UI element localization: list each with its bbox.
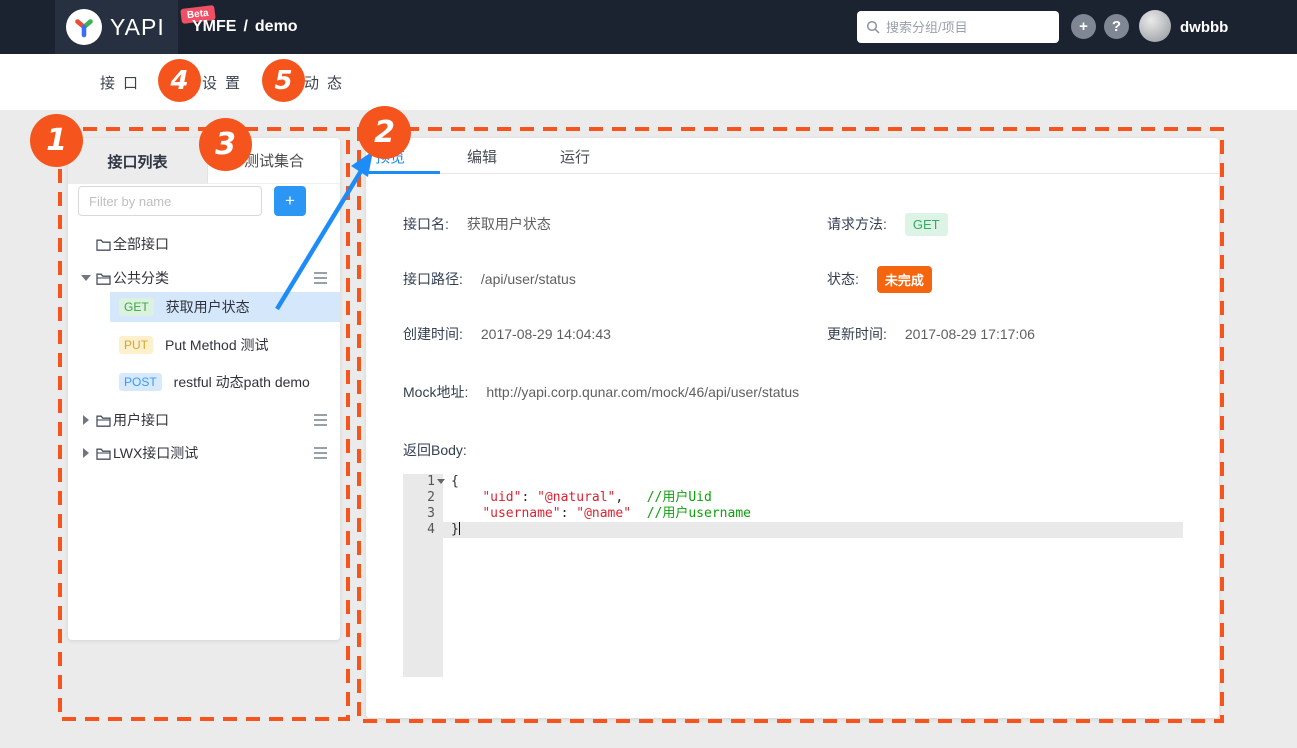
add-project-button[interactable]: + (1071, 14, 1096, 39)
line-number[interactable]: 1 (403, 474, 443, 490)
field-mock-url: Mock地址: http://yapi.corp.qunar.com/mock/… (403, 382, 799, 402)
code-line: "uid": "@natural", //用户Uid (443, 490, 1183, 506)
tab-activity[interactable]: 动态 (304, 54, 350, 110)
category-menu-icon[interactable] (314, 452, 327, 454)
logo-text: YAPI (110, 14, 165, 41)
tab-settings[interactable]: 设置 (202, 54, 248, 110)
step-circle-4: 4 (158, 59, 201, 102)
method-badge-put: PUT (119, 336, 153, 354)
field-label: 创建时间: (403, 324, 463, 344)
tree-item-label: 全部接口 (113, 234, 169, 254)
editor-code-area[interactable]: { "uid": "@natural", //用户Uid "username":… (443, 474, 1183, 538)
caret-down-icon[interactable] (80, 275, 92, 281)
api-item-put-method-test[interactable]: PUT Put Method 测试 (110, 330, 340, 360)
step-circle-2: 2 (358, 106, 411, 159)
yapi-app: YAPI Beta YMFE / demo + ? dwbbb 接口 (0, 0, 1297, 748)
api-item-label: Put Method 测试 (165, 335, 269, 355)
username[interactable]: dwbbb (1180, 0, 1228, 54)
line-number[interactable]: 4 (403, 522, 443, 538)
field-created-time: 创建时间: 2017-08-29 14:04:43 (403, 324, 611, 344)
step-circle-5: 5 (262, 59, 305, 102)
interface-detail-panel: 预览 编辑 运行 接口名: 获取用户状态 请求方法: GET 接口路径: /ap… (366, 138, 1219, 718)
field-label: 请求方法: (827, 214, 887, 234)
caret-right-icon[interactable] (80, 448, 92, 458)
tree-item-label: LWX接口测试 (113, 443, 198, 463)
plus-icon: + (1079, 18, 1088, 35)
editor-gutter: 1 2 3 4 (403, 474, 443, 677)
active-tab-underline (366, 171, 440, 174)
tree-item-label: 用户接口 (113, 410, 169, 430)
code-line-active: } (443, 522, 1183, 538)
interface-sidebar: 接口列表 测试集合 + 全部接口 公共分类 GET 获取用户状态 PUT Put (68, 138, 340, 640)
search-box (857, 11, 1059, 43)
field-label: 返回Body: (403, 440, 467, 460)
caret-right-icon[interactable] (80, 415, 92, 425)
method-badge-get: GET (905, 213, 948, 236)
tab-interface-list[interactable]: 接口列表 (68, 138, 207, 184)
field-label: 状态: (827, 269, 859, 289)
api-item-label: restful 动态path demo (174, 372, 310, 392)
detail-tabbar: 预览 编辑 运行 (366, 138, 1219, 174)
field-status: 状态: 未完成 (827, 266, 932, 293)
breadcrumb-group[interactable]: YMFE (192, 18, 236, 36)
add-interface-button[interactable]: + (274, 186, 306, 216)
top-navbar: YAPI Beta YMFE / demo + ? dwbbb (0, 0, 1297, 54)
method-badge-get: GET (119, 298, 154, 316)
field-interface-path: 接口路径: /api/user/status (403, 269, 576, 289)
code-line: "username": "@name" //用户username (443, 506, 1183, 522)
tree-item-user-interface[interactable]: 用户接口 (68, 406, 340, 434)
breadcrumb-separator: / (243, 18, 247, 36)
folder-open-icon (96, 272, 111, 285)
field-label: Mock地址: (403, 382, 468, 402)
field-value: /api/user/status (481, 271, 576, 287)
question-icon: ? (1112, 18, 1121, 35)
field-return-body: 返回Body: (403, 440, 485, 460)
api-item-get-user-status[interactable]: GET 获取用户状态 (110, 292, 340, 322)
method-badge-post: POST (119, 373, 162, 391)
folder-open-icon (96, 414, 111, 427)
breadcrumb[interactable]: YMFE / demo (192, 0, 298, 54)
folder-open-icon (96, 447, 111, 460)
field-request-method: 请求方法: GET (827, 213, 948, 236)
search-input[interactable] (886, 20, 1062, 35)
tab-interface[interactable]: 接口 (100, 54, 146, 110)
category-menu-icon[interactable] (314, 419, 327, 421)
breadcrumb-project[interactable]: demo (255, 18, 298, 36)
code-line: { (443, 474, 1183, 490)
tree-item-all-interfaces[interactable]: 全部接口 (68, 230, 340, 258)
folder-icon (96, 238, 111, 251)
help-button[interactable]: ? (1104, 14, 1129, 39)
field-updated-time: 更新时间: 2017-08-29 17:17:06 (827, 324, 1035, 344)
api-item-restful-path-demo[interactable]: POST restful 动态path demo (110, 367, 340, 397)
avatar[interactable] (1139, 10, 1171, 42)
mock-url-value[interactable]: http://yapi.corp.qunar.com/mock/46/api/u… (486, 384, 799, 400)
status-badge: 未完成 (877, 266, 932, 293)
line-number[interactable]: 3 (403, 506, 443, 522)
tree-item-label: 公共分类 (113, 268, 169, 288)
tab-edit[interactable]: 编辑 (467, 146, 497, 167)
text-cursor (459, 522, 460, 535)
step-circle-3: 3 (199, 118, 252, 171)
field-label: 接口名: (403, 214, 449, 234)
field-value: 2017-08-29 17:17:06 (905, 326, 1035, 342)
field-interface-name: 接口名: 获取用户状态 (403, 214, 551, 234)
filter-input[interactable] (78, 186, 262, 216)
tab-run[interactable]: 运行 (560, 146, 590, 167)
tree-item-public-category[interactable]: 公共分类 (68, 264, 340, 292)
field-label: 更新时间: (827, 324, 887, 344)
category-menu-icon[interactable] (314, 277, 327, 279)
logo-home-link[interactable]: YAPI Beta (55, 0, 178, 54)
line-number[interactable]: 2 (403, 490, 443, 506)
return-body-editor[interactable]: 1 2 3 4 { "uid": "@natural", //用户Uid "us… (403, 474, 1183, 677)
step-circle-1: 1 (30, 114, 83, 167)
tree-item-lwx-test[interactable]: LWX接口测试 (68, 439, 340, 467)
field-value: 获取用户状态 (467, 214, 551, 234)
field-value: 2017-08-29 14:04:43 (481, 326, 611, 342)
search-icon (866, 20, 880, 34)
api-item-label: 获取用户状态 (166, 297, 250, 317)
yapi-logo-icon (66, 9, 102, 45)
field-label: 接口路径: (403, 269, 463, 289)
